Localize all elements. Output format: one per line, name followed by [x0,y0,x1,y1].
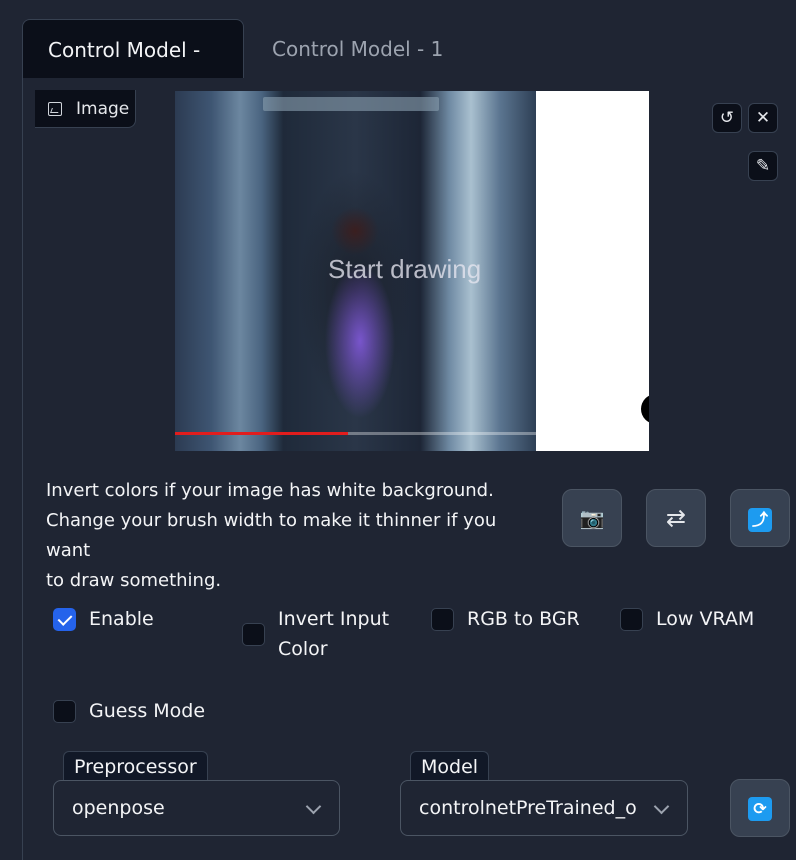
rgb-label: RGB to BGR [467,608,580,630]
model-label: Model [410,751,490,781]
instruction-line-3: to draw something. [46,570,222,591]
camera-button[interactable]: 📷 [562,489,622,547]
tab-control-model-1[interactable]: Control Model - 1 [247,19,468,79]
enable-label: Enable [89,608,154,630]
guess-mode-checkbox[interactable]: Guess Mode [53,696,213,726]
enable-check-box[interactable] [53,608,76,631]
model-value: controlnetPreTrained_o [419,797,637,819]
tab-control-model-0[interactable]: Control Model - 0 [22,19,244,122]
low-vram-check-box[interactable] [620,608,643,631]
chevron-down-icon [653,798,670,815]
close-icon[interactable]: ✕ [748,103,778,133]
sketch-canvas[interactable]: Start drawing [175,91,649,451]
invert-input-color-checkbox[interactable]: Invert Input Color [242,604,402,664]
rgb-to-bgr-checkbox[interactable]: RGB to BGR [431,604,591,634]
brush-icon[interactable]: ✎ [748,151,778,181]
invert-label: Invert Input Color [278,604,389,664]
start-drawing-overlay: Start drawing [328,254,482,284]
swap-arrows-icon: ⇄ [665,504,687,532]
image-block-label: Image [35,90,136,128]
undo-icon[interactable]: ↺ [712,103,742,133]
invert-label-line-1: Invert Input [278,608,390,630]
image-icon [48,102,62,116]
preprocessor-dropdown[interactable]: openpose [53,780,340,836]
low-vram-label: Low VRAM [656,608,755,630]
video-progress-bar [175,432,536,435]
instruction-line-2: Change your brush width to make it thinn… [46,510,497,561]
tab-bar: Control Model - 0 Control Model - 1 [22,19,796,122]
low-vram-checkbox[interactable]: Low VRAM [620,604,760,634]
swap-button[interactable]: ⇄ [646,489,706,547]
refresh-models-button[interactable]: ⟳ [730,779,790,837]
invert-check-box[interactable] [242,623,265,646]
upload-arrow-icon: ⤴ [748,507,772,532]
rgb-check-box[interactable] [431,608,454,631]
instruction-text: Invert colors if your image has white ba… [46,476,546,596]
preprocessor-value: openpose [72,797,165,819]
hotel-sign [263,97,439,111]
chevron-down-icon [305,798,322,815]
guess-mode-check-box[interactable] [53,700,76,723]
model-dropdown[interactable]: controlnetPreTrained_o [400,780,688,836]
camera-icon: 📷 [579,506,605,530]
image-label-text: Image [76,99,130,119]
preprocessor-label: Preprocessor [63,751,208,781]
enable-checkbox[interactable]: Enable [53,604,173,634]
instruction-line-1: Invert colors if your image has white ba… [46,480,494,501]
invert-label-line-2: Color [278,638,328,660]
guess-mode-label: Guess Mode [89,700,206,722]
refresh-icon: ⟳ [748,796,772,821]
send-dimensions-button[interactable]: ⤴ [730,489,790,547]
brush-cursor [641,394,649,424]
